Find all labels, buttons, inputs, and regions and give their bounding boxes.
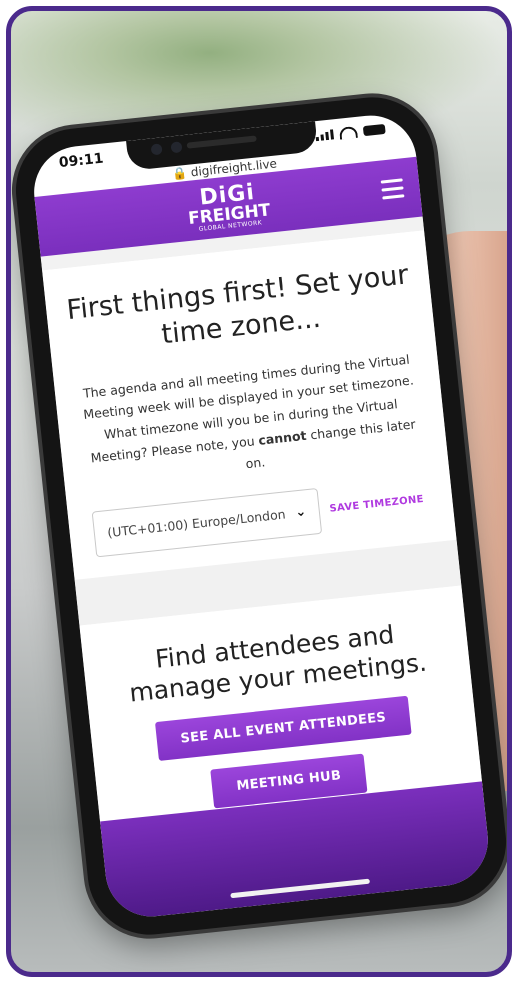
signal-icon xyxy=(315,129,335,142)
status-time: 09:11 xyxy=(58,150,105,172)
timezone-section: First things first! Set your time zone..… xyxy=(42,230,457,580)
save-timezone-button[interactable]: SAVE TIMEZONE xyxy=(329,494,424,515)
chevron-down-icon: ⌄ xyxy=(294,504,308,521)
timezone-description: The agenda and all meeting times during … xyxy=(82,351,417,472)
camera-icon xyxy=(150,143,163,156)
hamburger-menu-icon[interactable] xyxy=(380,178,405,204)
timezone-select-value: (UTC+01:00) Europe/London xyxy=(106,506,287,541)
sensor-icon xyxy=(170,141,183,154)
timezone-row: (UTC+01:00) Europe/London ⌄ SAVE TIMEZON… xyxy=(91,476,437,558)
see-all-attendees-button[interactable]: SEE ALL EVENT ATTENDEES xyxy=(154,696,412,762)
phone: 09:11 🔒 digifreight.live DiGi FREIGHT GL… xyxy=(11,91,507,941)
phone-screen: 09:11 🔒 digifreight.live DiGi FREIGHT GL… xyxy=(29,111,493,921)
speaker xyxy=(186,135,257,149)
lock-icon: 🔒 xyxy=(171,165,188,182)
status-icons xyxy=(315,123,386,142)
site-logo[interactable]: DiGi FREIGHT GLOBAL NETWORK xyxy=(185,179,272,233)
image-frame: 09:11 🔒 digifreight.live DiGi FREIGHT GL… xyxy=(6,6,512,977)
wifi-icon xyxy=(338,125,358,140)
home-indicator[interactable] xyxy=(230,878,371,899)
timezone-select[interactable]: (UTC+01:00) Europe/London ⌄ xyxy=(91,487,323,558)
timezone-heading: First things first! Set your time zone..… xyxy=(65,259,410,351)
battery-icon xyxy=(362,123,386,137)
